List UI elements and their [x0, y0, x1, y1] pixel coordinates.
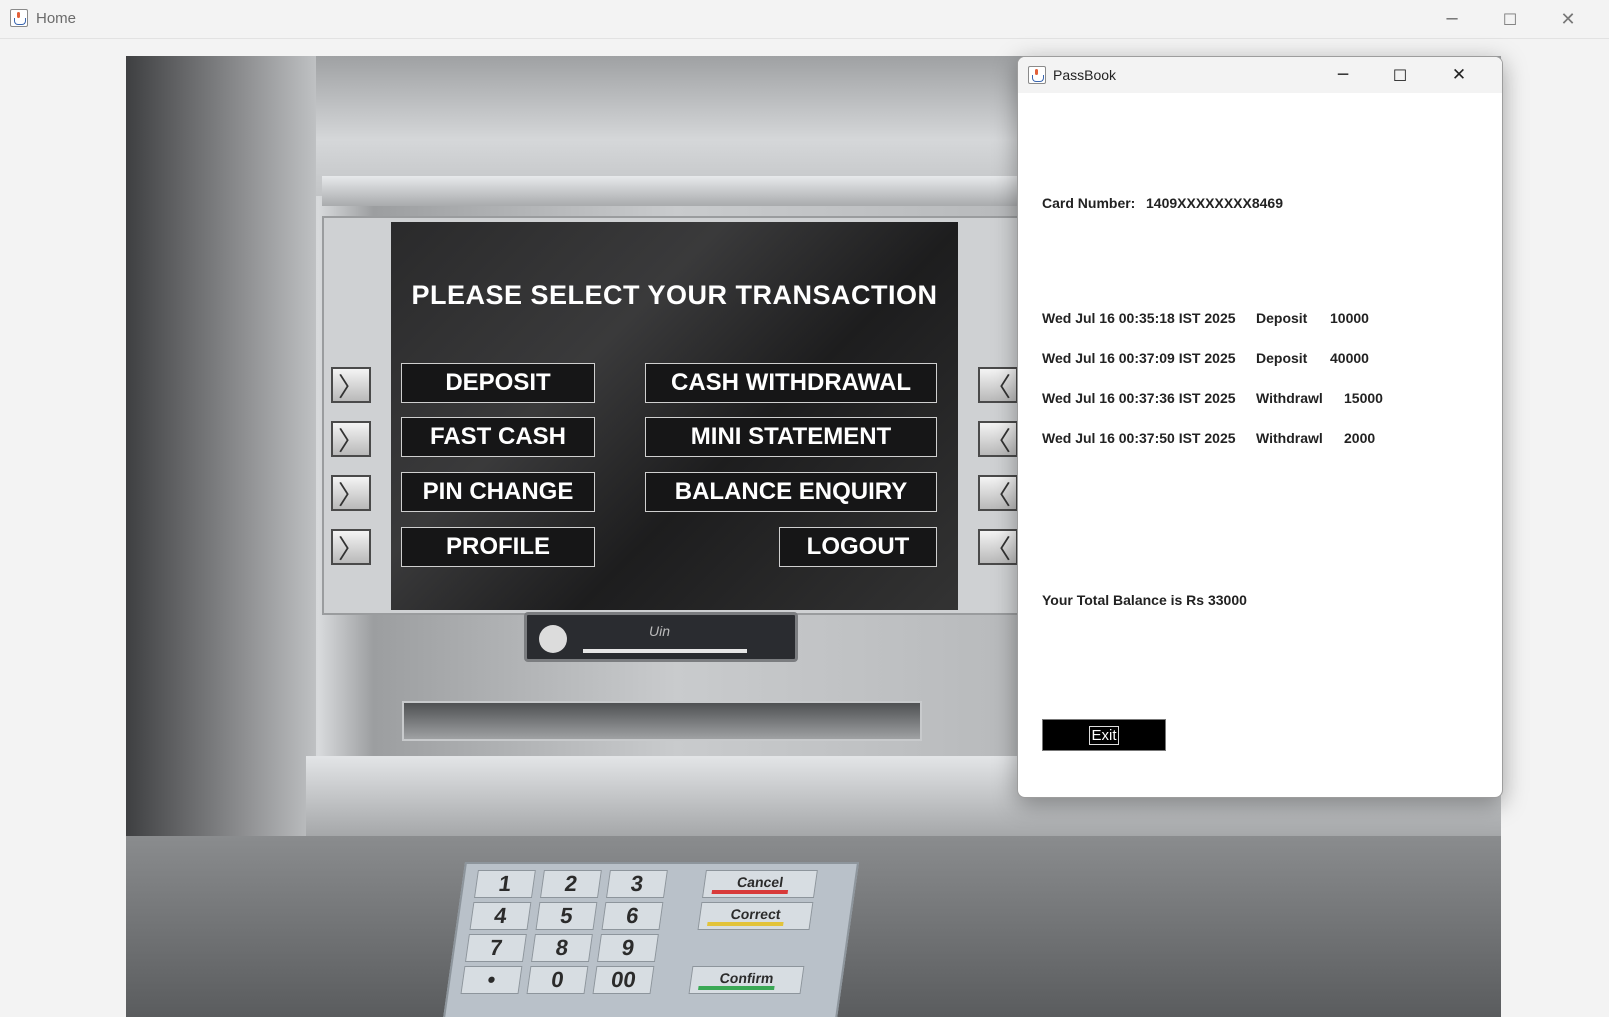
transaction-amount: 2000 — [1344, 430, 1376, 446]
transaction-amount: 40000 — [1330, 350, 1369, 366]
keypad-key: 8 — [530, 934, 593, 962]
keypad-confirm-label: Confirm — [718, 970, 775, 986]
right-side-key-3: 〈 — [978, 475, 1018, 511]
passbook-maximize-button[interactable]: ☐ — [1371, 57, 1429, 93]
atm-screen: PLEASE SELECT YOUR TRANSACTION DEPOSIT C… — [391, 222, 958, 610]
card-slot-label: Uin — [649, 623, 671, 639]
keypad: 1 2 3 4 5 6 7 8 9 • 0 00 Cancel Correct … — [442, 862, 860, 1017]
right-side-key-2: 〈 — [978, 421, 1018, 457]
yellow-bar — [707, 922, 784, 926]
keypad-key: 9 — [596, 934, 659, 962]
right-chevron-icon: 〈 — [984, 480, 1011, 511]
passbook-titlebar: PassBook ─ ☐ ✕ — [1018, 57, 1502, 93]
green-bar — [698, 986, 775, 990]
transaction-amount: 15000 — [1344, 390, 1383, 406]
balance-enquiry-button[interactable]: BALANCE ENQUIRY — [645, 472, 937, 512]
home-minimize-button[interactable]: ─ — [1423, 0, 1481, 38]
pin-change-button[interactable]: PIN CHANGE — [401, 472, 595, 512]
home-titlebar: Home ─ ☐ ✕ — [0, 0, 1609, 39]
keypad-key: 5 — [535, 902, 598, 930]
left-chevron-icon: 〉 — [337, 534, 364, 565]
card-number-value: 1409XXXXXXXX8469 — [1146, 195, 1283, 211]
transaction-type: Deposit — [1256, 310, 1308, 326]
left-side-key-1: 〉 — [331, 367, 371, 403]
left-chevron-icon: 〉 — [337, 480, 364, 511]
keypad-key: 1 — [473, 870, 536, 898]
mini-statement-button[interactable]: MINI STATEMENT — [645, 417, 937, 457]
keypad-key: 6 — [601, 902, 664, 930]
keypad-correct-key: Correct — [697, 902, 814, 930]
keypad-key: 3 — [605, 870, 668, 898]
exit-button-label: Exit — [1089, 725, 1119, 745]
red-bar — [711, 890, 789, 894]
globe-logo-icon — [539, 625, 567, 653]
transaction-amount: 10000 — [1330, 310, 1369, 326]
home-window-title: Home — [36, 10, 77, 27]
transaction-type: Deposit — [1256, 350, 1308, 366]
passbook-close-button[interactable]: ✕ — [1430, 57, 1488, 93]
left-side-key-3: 〉 — [331, 475, 371, 511]
card-slot: Uin — [524, 612, 798, 662]
home-maximize-button[interactable]: ☐ — [1481, 0, 1539, 38]
keypad-key: 2 — [539, 870, 602, 898]
total-balance-text: Your Total Balance is Rs 33000 — [1042, 592, 1247, 608]
keypad-key: 7 — [464, 934, 527, 962]
logout-button[interactable]: LOGOUT — [779, 527, 937, 567]
transaction-prompt: PLEASE SELECT YOUR TRANSACTION — [411, 280, 938, 310]
fast-cash-button[interactable]: FAST CASH — [401, 417, 595, 457]
passbook-window-title: PassBook — [1053, 67, 1117, 83]
exit-button[interactable]: Exit — [1042, 719, 1166, 751]
card-slot-light — [583, 649, 747, 653]
left-side-key-4: 〉 — [331, 529, 371, 565]
right-chevron-icon: 〈 — [984, 534, 1011, 565]
card-number-label: Card Number: — [1042, 195, 1136, 211]
transaction-date: Wed Jul 16 00:37:50 IST 2025 — [1042, 430, 1236, 446]
keypad-confirm-key: Confirm — [688, 966, 805, 994]
right-side-key-4: 〈 — [978, 529, 1018, 565]
transaction-type: Withdrawl — [1256, 430, 1323, 446]
right-side-key-1: 〈 — [978, 367, 1018, 403]
receipt-slot — [402, 701, 922, 741]
transaction-date: Wed Jul 16 00:37:36 IST 2025 — [1042, 390, 1236, 406]
cash-withdrawal-button[interactable]: CASH WITHDRAWAL — [645, 363, 937, 403]
left-side-key-2: 〉 — [331, 421, 371, 457]
keypad-key: 0 — [526, 966, 589, 994]
keypad-correct-label: Correct — [729, 906, 782, 922]
keypad-cancel-label: Cancel — [736, 874, 785, 890]
right-chevron-icon: 〈 — [984, 426, 1011, 457]
passbook-minimize-button[interactable]: ─ — [1314, 57, 1372, 93]
java-app-icon — [1028, 66, 1046, 84]
left-chevron-icon: 〉 — [337, 372, 364, 403]
left-chevron-icon: 〉 — [337, 426, 364, 457]
keypad-key: 00 — [592, 966, 655, 994]
passbook-window: PassBook ─ ☐ ✕ Card Number: 1409XXXXXXXX… — [1017, 56, 1503, 798]
transaction-date: Wed Jul 16 00:37:09 IST 2025 — [1042, 350, 1236, 366]
transaction-type: Withdrawl — [1256, 390, 1323, 406]
deposit-button[interactable]: DEPOSIT — [401, 363, 595, 403]
right-chevron-icon: 〈 — [984, 372, 1011, 403]
keypad-key: 4 — [469, 902, 532, 930]
keypad-key: • — [460, 966, 523, 994]
profile-button[interactable]: PROFILE — [401, 527, 595, 567]
home-close-button[interactable]: ✕ — [1539, 0, 1597, 38]
transaction-date: Wed Jul 16 00:35:18 IST 2025 — [1042, 310, 1236, 326]
java-app-icon — [10, 9, 28, 27]
keypad-cancel-key: Cancel — [701, 870, 818, 898]
